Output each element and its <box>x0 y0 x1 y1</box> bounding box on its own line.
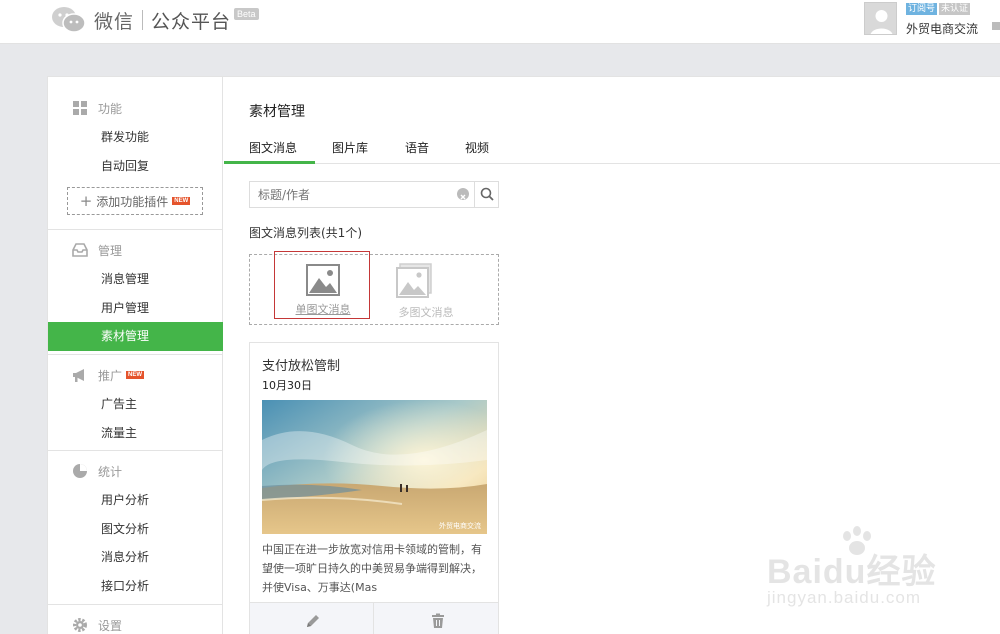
verify-status-tag: 未认证 <box>939 3 971 15</box>
sidebar-item-user-analysis[interactable]: 用户分析 <box>48 486 223 515</box>
tab-voice[interactable]: 语音 <box>405 139 429 156</box>
clear-icon[interactable] <box>457 188 469 200</box>
account-dropdown-icon[interactable] <box>992 22 1000 30</box>
article-card-actions <box>250 602 498 634</box>
actions-divider <box>373 603 374 634</box>
article-title[interactable]: 支付放松管制 <box>262 355 340 374</box>
new-badge: NEW <box>126 371 145 379</box>
gear-icon <box>72 617 88 633</box>
create-multi-article-button[interactable]: 多图文消息 <box>378 255 474 323</box>
top-header: 微信 公众平台 Beta 订阅号 未认证 外贸电商交流 <box>0 0 1000 44</box>
sidebar-divider <box>48 354 223 355</box>
new-badge: NEW <box>172 197 191 205</box>
create-single-article-label: 单图文消息 <box>295 303 351 316</box>
account-tags: 订阅号 未认证 <box>906 3 971 15</box>
sidebar-group-title[interactable]: 设置 <box>48 610 223 634</box>
pencil-icon <box>307 615 319 627</box>
inbox-icon <box>72 242 88 258</box>
sidebar-item-message-analysis[interactable]: 消息分析 <box>48 543 223 572</box>
avatar[interactable] <box>864 2 897 35</box>
beta-badge: Beta <box>234 8 259 20</box>
baidu-jingyan-watermark: Baidu经验 jingyan.baidu.com <box>765 520 965 610</box>
megaphone-icon <box>72 367 88 383</box>
page-title: 素材管理 <box>249 104 305 120</box>
sidebar-group-title: 推广 NEW <box>48 360 223 390</box>
add-plugin-button[interactable]: + 添加功能插件 NEW <box>67 187 203 215</box>
brand-name: 微信 <box>94 10 135 33</box>
sidebar-group-label: 功能 <box>98 101 123 116</box>
stacked-image-icon <box>396 263 432 298</box>
search-icon <box>480 187 494 201</box>
create-multi-article-label: 多图文消息 <box>398 306 454 319</box>
wechat-logo-icon <box>50 5 88 35</box>
sidebar-group-label: 设置 <box>98 618 123 633</box>
sidebar-item-publisher[interactable]: 流量主 <box>48 419 223 448</box>
article-cover-image: 外贸电商交流 <box>262 400 487 534</box>
trash-icon <box>432 613 444 628</box>
cover-image-caption: 外贸电商交流 <box>439 522 481 530</box>
sidebar-divider <box>48 604 223 605</box>
sidebar-group-function: 功能 群发功能 自动回复 <box>48 93 223 180</box>
add-plugin-label: 添加功能插件 <box>96 194 169 209</box>
sidebar-divider <box>48 450 223 451</box>
edit-article-button[interactable] <box>305 613 321 629</box>
sidebar-item-advertiser[interactable]: 广告主 <box>48 390 223 419</box>
article-date: 10月30日 <box>262 379 312 392</box>
sidebar-group-label: 推广 <box>98 368 123 383</box>
article-description: 中国正在进一步放宽对信用卡领域的管制，有望使一项旷日持久的中美贸易争端得到解决，… <box>262 543 482 594</box>
sidebar-group-title: 统计 <box>48 456 223 486</box>
sidebar-item-mass-send[interactable]: 群发功能 <box>48 123 223 152</box>
sidebar-item-article-analysis[interactable]: 图文分析 <box>48 515 223 544</box>
plus-icon: + <box>79 192 93 210</box>
tab-images[interactable]: 图片库 <box>332 139 368 156</box>
sidebar-item-auto-reply[interactable]: 自动回复 <box>48 152 223 181</box>
sidebar-item-materials[interactable]: 素材管理 <box>48 322 223 351</box>
sidebar-item-users[interactable]: 用户管理 <box>48 294 223 323</box>
image-icon <box>306 264 340 296</box>
sidebar-divider <box>48 229 223 230</box>
tab-articles[interactable]: 图文消息 <box>249 139 297 156</box>
active-tab-indicator <box>224 161 315 164</box>
wechat-logo[interactable]: 微信 公众平台 Beta <box>50 4 259 36</box>
account-name[interactable]: 外贸电商交流 <box>906 20 978 37</box>
article-card[interactable]: 支付放松管制 10月30日 外贸电商交流 中国正在进一步放宽对信用卡领域的管制，… <box>249 342 499 634</box>
account-info[interactable]: 订阅号 未认证 外贸电商交流 <box>864 2 1000 38</box>
sidebar-group-title: 功能 <box>48 93 223 123</box>
search-button[interactable] <box>474 182 499 207</box>
watermark-url: jingyan.baidu.com <box>767 588 922 607</box>
grid-icon <box>72 100 88 116</box>
logo-divider <box>142 10 144 30</box>
material-tabs: 图文消息 图片库 语音 视频 <box>224 133 1000 164</box>
sidebar-item-api-analysis[interactable]: 接口分析 <box>48 572 223 601</box>
create-article-box: 单图文消息 多图文消息 <box>249 251 499 325</box>
sidebar-group-title: 管理 <box>48 235 223 265</box>
sidebar-group-promotion: 推广 NEW 广告主 流量主 <box>48 360 223 447</box>
search-input[interactable] <box>250 182 472 207</box>
sidebar: 功能 群发功能 自动回复 + 添加功能插件 NEW 管理 消息管理 用户管理 素… <box>48 77 223 634</box>
delete-article-button[interactable] <box>430 613 446 629</box>
sidebar-group-manage: 管理 消息管理 用户管理 素材管理 <box>48 235 223 351</box>
account-type-tag: 订阅号 <box>906 3 938 15</box>
pie-chart-icon <box>72 463 88 479</box>
sidebar-group-label: 管理 <box>98 243 123 258</box>
platform-name: 公众平台 <box>151 10 232 33</box>
sidebar-group-settings: 设置 <box>48 610 223 634</box>
sidebar-group-statistics: 统计 用户分析 图文分析 消息分析 接口分析 <box>48 456 223 600</box>
watermark-brand: Baidu经验 <box>767 553 937 591</box>
sidebar-group-label: 统计 <box>98 464 123 479</box>
sidebar-item-messages[interactable]: 消息管理 <box>48 265 223 294</box>
tab-video[interactable]: 视频 <box>465 139 489 156</box>
article-list-label: 图文消息列表(共1个) <box>249 226 362 240</box>
create-single-article-button[interactable]: 单图文消息 <box>274 251 370 319</box>
search-box <box>249 181 499 208</box>
